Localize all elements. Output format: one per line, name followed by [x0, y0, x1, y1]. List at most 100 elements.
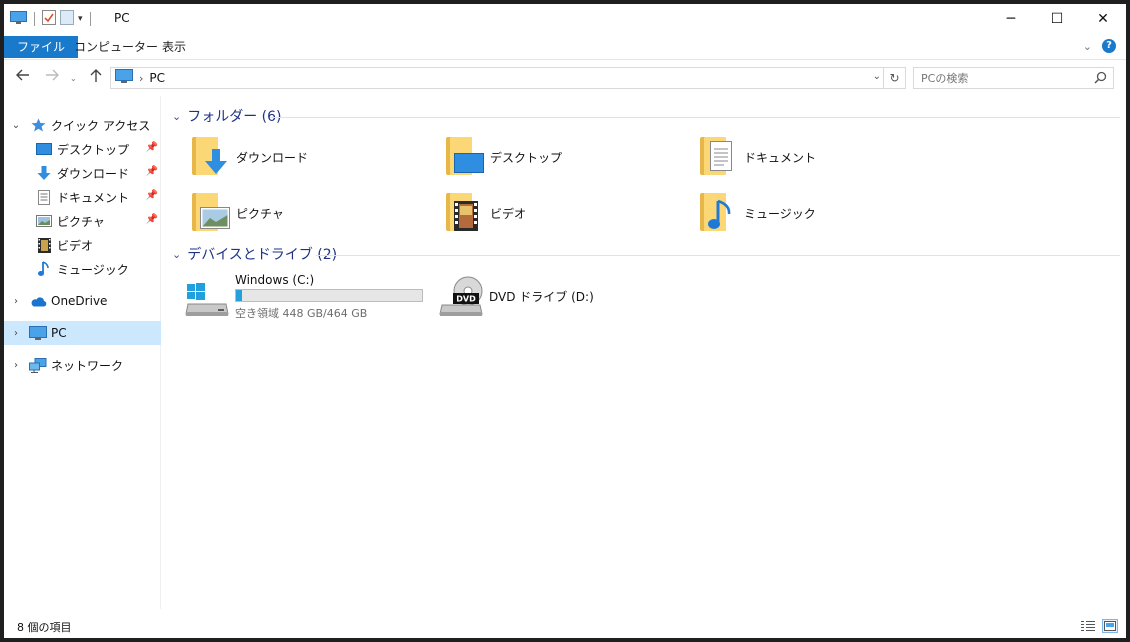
sidebar-item-label: ドキュメント: [57, 190, 130, 205]
folder-tile-videos[interactable]: ビデオ: [444, 188, 694, 238]
tab-view[interactable]: 表示: [151, 36, 197, 58]
properties-icon[interactable]: [42, 10, 56, 28]
pin-icon[interactable]: 📌: [146, 190, 158, 201]
folder-tile-documents[interactable]: ドキュメント: [698, 132, 948, 182]
sidebar-item-pc[interactable]: › PC: [4, 321, 161, 345]
folders-group-header[interactable]: ⌄ フォルダー (6): [172, 106, 282, 126]
pin-icon[interactable]: 📌: [146, 142, 158, 153]
folder-label: デスクトップ: [490, 150, 563, 165]
sidebar-item-documents[interactable]: ドキュメント 📌: [4, 185, 161, 209]
cloud-icon: [29, 293, 47, 309]
window-title: PC: [114, 11, 130, 25]
expand-ribbon-icon[interactable]: ⌄: [1083, 40, 1092, 53]
title-bar: ▾ PC ─ ☐ ✕: [4, 4, 1126, 34]
sidebar-item-label: ビデオ: [57, 238, 94, 253]
address-bar[interactable]: › PC ⌄ ↻: [110, 67, 906, 89]
folder-label: ミュージック: [744, 206, 816, 221]
divider: [316, 255, 1120, 256]
folder-tile-pictures[interactable]: ピクチャ: [190, 188, 440, 238]
drive-tile-c[interactable]: Windows (C:) 空き領域 448 GB/464 GB: [184, 273, 423, 321]
sidebar-item-onedrive[interactable]: › OneDrive: [4, 289, 161, 313]
sidebar-item-desktop[interactable]: デスクトップ 📌: [4, 137, 161, 161]
sidebar-item-music[interactable]: ミュージック: [4, 257, 161, 281]
group-title: フォルダー (6): [187, 109, 282, 125]
drives-group-header[interactable]: ⌄ デバイスとドライブ (2): [172, 244, 337, 264]
dvd-badge: DVD: [456, 295, 476, 304]
sidebar-item-label: OneDrive: [51, 294, 108, 308]
chevron-right-icon[interactable]: ›: [9, 296, 23, 307]
pc-icon: [29, 325, 47, 341]
refresh-button[interactable]: ↻: [883, 68, 905, 88]
recent-dropdown-icon[interactable]: ⌄: [70, 69, 77, 85]
video-icon: [35, 237, 53, 253]
music-icon: [35, 261, 53, 277]
forward-arrow-icon[interactable]: [45, 69, 59, 85]
network-icon: [29, 357, 47, 373]
music-folder-icon: [698, 191, 742, 235]
drive-usage-fill: [236, 290, 243, 301]
ribbon: ファイル コンピューター 表示 ⌄ ?: [4, 34, 1126, 60]
sidebar-item-videos[interactable]: ビデオ: [4, 233, 161, 257]
folder-tile-downloads[interactable]: ダウンロード: [190, 132, 440, 182]
chevron-down-icon[interactable]: ⌄: [172, 248, 181, 261]
close-button[interactable]: ✕: [1080, 4, 1126, 34]
quick-access-toolbar: ▾: [10, 10, 94, 28]
sidebar-item-label: ミュージック: [57, 262, 129, 277]
large-icons-view-icon[interactable]: [1102, 619, 1118, 633]
navigation-bar: ⌄ › PC ⌄ ↻: [4, 60, 1126, 96]
details-view-icon[interactable]: [1080, 619, 1096, 633]
pc-icon: [115, 69, 133, 87]
drive-label: Windows (C:): [235, 273, 315, 287]
navigation-pane: ⌄ クイック アクセス デスクトップ 📌 ダウンロード 📌 ドキュメント 📌 ピ…: [4, 96, 161, 609]
group-title: デバイスとドライブ (2): [187, 247, 338, 263]
back-arrow-icon[interactable]: [16, 69, 30, 85]
folder-tile-desktop[interactable]: デスクトップ: [444, 132, 694, 182]
pin-icon[interactable]: 📌: [146, 166, 158, 177]
search-box[interactable]: [913, 67, 1114, 89]
drive-free-space: 空き領域 448 GB/464 GB: [235, 307, 368, 320]
folder-tile-music[interactable]: ミュージック: [698, 188, 948, 238]
dvd-drive-icon: DVD: [438, 275, 484, 317]
folder-label: ピクチャ: [236, 206, 284, 221]
sidebar-item-label: PC: [51, 326, 67, 340]
drive-label: DVD ドライブ (D:): [489, 289, 594, 304]
help-button[interactable]: ?: [1102, 39, 1116, 53]
star-icon: [29, 117, 47, 133]
status-bar: 8 個の項目: [4, 611, 1126, 638]
explorer-window: ▾ PC ─ ☐ ✕ ファイル コンピューター 表示 ⌄ ? ⌄ › PC ⌄ …: [3, 3, 1127, 639]
maximize-button[interactable]: ☐: [1034, 4, 1080, 34]
pin-icon[interactable]: 📌: [146, 214, 158, 225]
separator: [89, 12, 91, 26]
drive-usage-bar: [235, 289, 423, 302]
chevron-right-icon[interactable]: ›: [9, 328, 23, 339]
breadcrumb-pc[interactable]: PC: [149, 71, 165, 85]
document-icon: [35, 189, 53, 205]
sidebar-item-quick-access[interactable]: ⌄ クイック アクセス: [4, 113, 161, 137]
chevron-down-icon[interactable]: ⌄: [9, 120, 23, 131]
folder-label: ダウンロード: [236, 150, 309, 165]
videos-folder-icon: [444, 191, 488, 235]
up-arrow-icon[interactable]: [90, 69, 102, 87]
sidebar-item-pictures[interactable]: ピクチャ 📌: [4, 209, 161, 233]
chevron-down-icon[interactable]: ⌄: [172, 110, 181, 123]
sidebar-item-downloads[interactable]: ダウンロード 📌: [4, 161, 161, 185]
download-folder-icon: [190, 135, 234, 179]
chevron-right-icon[interactable]: ›: [9, 360, 23, 371]
new-folder-icon[interactable]: [60, 10, 74, 28]
address-dropdown-icon[interactable]: ⌄: [873, 71, 881, 82]
sidebar-item-label: ダウンロード: [57, 166, 130, 181]
folder-label: ドキュメント: [744, 150, 817, 165]
divider: [270, 117, 1120, 118]
drive-tile-d[interactable]: DVD DVD ドライブ (D:): [438, 275, 594, 317]
sidebar-item-network[interactable]: › ネットワーク: [4, 353, 161, 377]
pictures-folder-icon: [190, 191, 234, 235]
chevron-down-icon[interactable]: ▾: [78, 14, 83, 24]
pc-icon: [10, 10, 27, 28]
sidebar-item-label: ネットワーク: [51, 358, 124, 373]
breadcrumb-chevron-icon[interactable]: ›: [139, 72, 143, 85]
search-icon[interactable]: [1094, 71, 1107, 87]
item-count: 8 個の項目: [17, 621, 72, 634]
picture-icon: [35, 213, 53, 229]
minimize-button[interactable]: ─: [988, 4, 1034, 34]
search-input[interactable]: [914, 68, 1084, 88]
